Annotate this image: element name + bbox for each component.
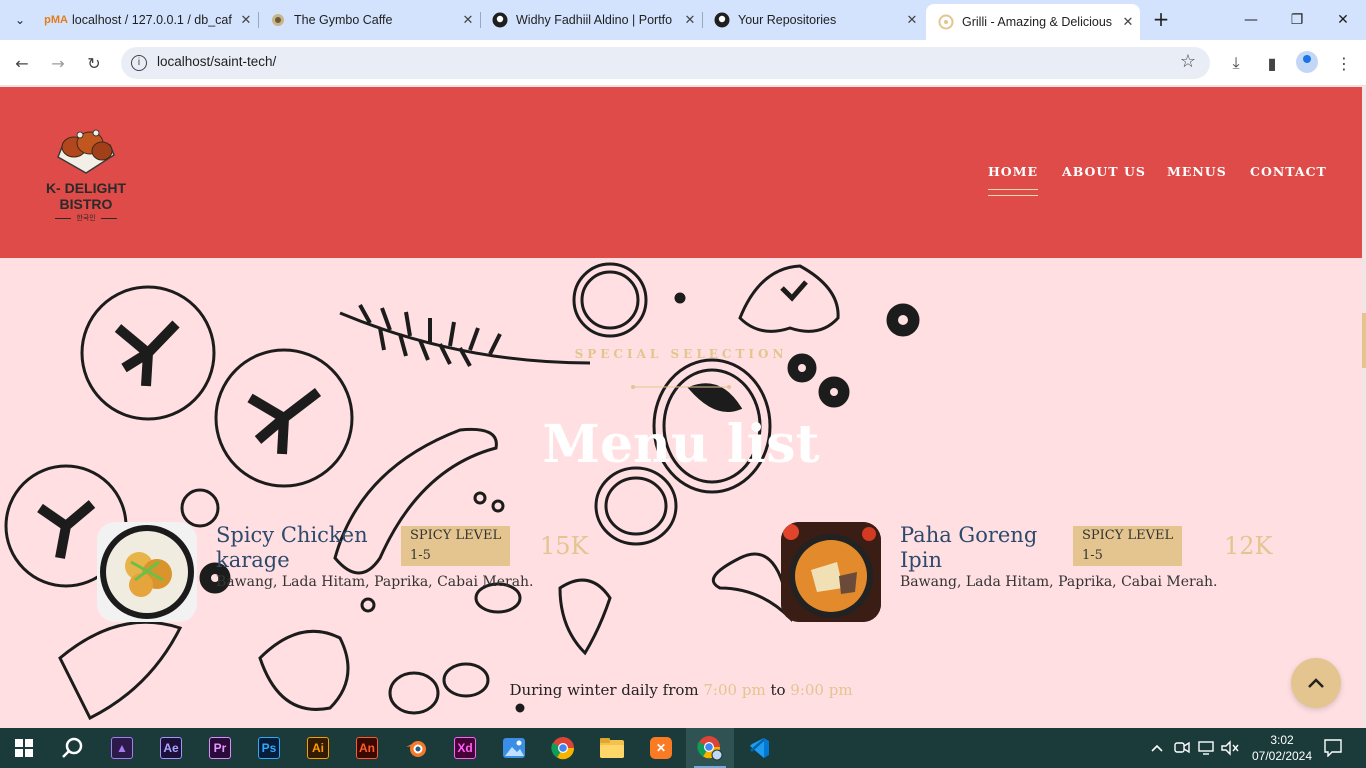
- download-icon[interactable]: ⤓: [1222, 49, 1250, 77]
- close-tab-icon[interactable]: ✕: [678, 12, 702, 28]
- forward-icon[interactable]: →: [44, 49, 72, 77]
- hours-from: 7:00 pm: [703, 681, 766, 699]
- visual-studio-icon[interactable]: ▲: [98, 728, 146, 768]
- nav-menus[interactable]: MENUS: [1167, 164, 1227, 179]
- url-text[interactable]: localhost/saint-tech/: [157, 54, 276, 69]
- new-tab-button[interactable]: +: [1149, 8, 1173, 32]
- chrome-icon[interactable]: [539, 728, 587, 768]
- site-logo[interactable]: K- DELIGHT BISTRO 한국인: [34, 125, 138, 225]
- windows-start-icon[interactable]: [0, 728, 48, 768]
- close-tab-icon[interactable]: ✕: [1116, 14, 1140, 30]
- photos-icon[interactable]: [490, 728, 538, 768]
- system-clock[interactable]: 3:02 07/02/2024: [1249, 732, 1315, 764]
- animate-icon[interactable]: An: [343, 728, 391, 768]
- menu-kebab-icon[interactable]: ⋮: [1330, 49, 1358, 77]
- nav-home[interactable]: HOME: [988, 164, 1039, 196]
- dish-name[interactable]: Spicy Chicken karage: [216, 523, 368, 573]
- nav-contact[interactable]: CONTACT: [1250, 164, 1327, 179]
- section-kicker: SPECIAL SELECTION: [574, 347, 788, 361]
- tab-title: localhost / 127.0.0.1 / db_caf: [72, 13, 232, 27]
- browser-tab-bar: ⌄ pMA localhost / 127.0.0.1 / db_caf ✕ T…: [0, 0, 1366, 40]
- spicy-level-badge: SPICY LEVEL 1-5: [401, 526, 511, 566]
- tab-title: Grilli - Amazing & Delicious: [962, 15, 1113, 29]
- page-scrollbar[interactable]: [1362, 87, 1366, 728]
- opening-hours: During winter daily from 7:00 pm to 9:00…: [0, 681, 1362, 699]
- notifications-icon[interactable]: [1324, 728, 1342, 768]
- spicy-level-badge: SPICY LEVEL 1-5: [1073, 526, 1183, 566]
- site-header: K- DELIGHT BISTRO 한국인 HOME ABOUT US MENU…: [0, 87, 1362, 258]
- dish-price: 12K: [1224, 532, 1273, 560]
- dish-image-paha-goreng: [781, 522, 881, 622]
- logo-name: K- DELIGHT BISTRO: [45, 180, 127, 212]
- grilli-icon: [938, 14, 954, 30]
- minimize-icon[interactable]: —: [1228, 0, 1274, 40]
- dish-description: Bawang, Lada Hitam, Paprika, Cabai Merah…: [900, 574, 1218, 590]
- xampp-icon[interactable]: ✕: [637, 728, 685, 768]
- site-info-icon[interactable]: i: [131, 55, 147, 71]
- dish-image-chicken-karage: [97, 522, 197, 622]
- tab-phpmyadmin[interactable]: pMA localhost / 127.0.0.1 / db_caf ✕: [36, 4, 259, 36]
- nav-about-us[interactable]: ABOUT US: [1062, 164, 1146, 179]
- premiere-pro-icon[interactable]: Pr: [196, 728, 244, 768]
- after-effects-icon[interactable]: Ae: [147, 728, 195, 768]
- github-icon: [714, 12, 730, 28]
- windows-taskbar: ▲ Ae Pr Ps Ai An Xd ✕ 3:02 07/02/2024: [0, 728, 1366, 768]
- ornament-divider: [631, 385, 731, 389]
- tab-grilli[interactable]: Grilli - Amazing & Delicious ✕: [926, 4, 1140, 40]
- tab-title: Widhy Fadhiil Aldino | Portfo: [516, 13, 673, 27]
- close-tab-icon[interactable]: ✕: [456, 12, 480, 28]
- meet-now-icon[interactable]: [1174, 728, 1190, 768]
- blender-icon[interactable]: [392, 728, 440, 768]
- back-icon[interactable]: ←: [8, 49, 36, 77]
- logo-subtitle: 한국인: [34, 213, 138, 223]
- chrome-profile-icon[interactable]: [686, 728, 734, 768]
- phpmyadmin-icon: pMA: [44, 14, 68, 26]
- dish-name[interactable]: Paha Goreng Ipin: [900, 523, 1037, 573]
- clock-time: 3:02: [1270, 733, 1294, 747]
- tab-gymbo-caffe[interactable]: The Gymbo Caffe ✕: [258, 4, 481, 36]
- site-icon: [270, 12, 286, 28]
- address-bar[interactable]: i localhost/saint-tech/ ☆: [121, 47, 1210, 79]
- close-tab-icon[interactable]: ✕: [900, 12, 924, 28]
- close-tab-icon[interactable]: ✕: [234, 12, 258, 28]
- restore-icon[interactable]: ❐: [1274, 0, 1320, 40]
- photoshop-icon[interactable]: Ps: [245, 728, 293, 768]
- file-explorer-icon[interactable]: [588, 728, 636, 768]
- volume-muted-icon[interactable]: [1221, 728, 1239, 768]
- hours-prefix: During winter daily from: [509, 681, 704, 699]
- adobe-xd-icon[interactable]: Xd: [441, 728, 489, 768]
- tab-repositories[interactable]: Your Repositories ✕: [702, 4, 924, 36]
- hours-to-label: to: [765, 681, 791, 699]
- fried-chicken-logo-icon: [57, 129, 115, 174]
- reload-icon[interactable]: ↻: [80, 49, 108, 77]
- clock-date: 07/02/2024: [1251, 749, 1313, 763]
- tab-title: The Gymbo Caffe: [294, 13, 393, 27]
- dish-price: 15K: [540, 532, 589, 560]
- food-doodle-background: [4, 262, 920, 721]
- network-icon[interactable]: [1198, 728, 1216, 768]
- show-hidden-icons[interactable]: [1150, 728, 1164, 768]
- tab-portfolio[interactable]: Widhy Fadhiil Aldino | Portfo ✕: [480, 4, 703, 36]
- menu-section: SPECIAL SELECTION Menu list Spicy Chicke…: [0, 258, 1362, 728]
- illustrator-icon[interactable]: Ai: [294, 728, 342, 768]
- search-icon[interactable]: [48, 728, 96, 768]
- bookmark-star-icon[interactable]: ☆: [1180, 51, 1196, 72]
- github-icon: [492, 12, 508, 28]
- vscode-icon[interactable]: [735, 728, 783, 768]
- tab-search-button[interactable]: ⌄: [8, 8, 32, 32]
- section-heading: Menu list: [542, 414, 820, 475]
- scrollbar-thumb[interactable]: [1362, 313, 1366, 368]
- side-panel-icon[interactable]: ▮: [1258, 49, 1286, 77]
- hours-to: 9:00 pm: [790, 681, 853, 699]
- browser-toolbar: ← → ↻ i localhost/saint-tech/ ☆ ⤓ ▮ ⋮: [0, 40, 1366, 86]
- chevron-up-icon: [1308, 678, 1324, 688]
- dish-description: Bawang, Lada Hitam, Paprika, Cabai Merah…: [216, 574, 534, 590]
- tab-title: Your Repositories: [738, 13, 837, 27]
- profile-avatar[interactable]: [1296, 51, 1318, 73]
- close-window-icon[interactable]: ✕: [1320, 0, 1366, 40]
- back-to-top-button[interactable]: [1291, 658, 1341, 708]
